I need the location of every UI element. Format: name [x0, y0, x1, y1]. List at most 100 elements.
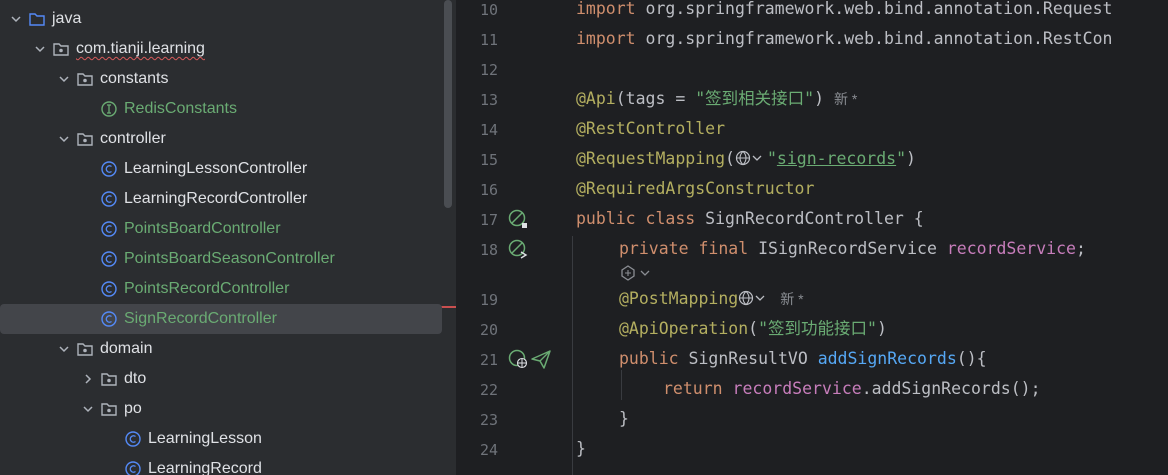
line-number: 12: [479, 61, 498, 79]
tree-scrollbar[interactable]: [444, 0, 452, 208]
field: recordService: [946, 239, 1076, 258]
code-text: ): [906, 149, 916, 168]
code-text: .addSignRecords();: [861, 379, 1041, 398]
keyword: private final: [619, 239, 749, 258]
chevron-down-icon[interactable]: [8, 11, 24, 27]
code-line-17[interactable]: public class SignRecordController {: [576, 204, 924, 234]
chevron-right-icon[interactable]: [80, 371, 96, 387]
code-line-11[interactable]: import org.springframework.web.bind.anno…: [576, 24, 1112, 54]
line-number: 11: [479, 31, 498, 49]
tree-item-sign-record-controller[interactable]: SignRecordController: [0, 304, 442, 334]
chevron-down-icon[interactable]: [32, 41, 48, 57]
bean-icon[interactable]: [507, 348, 529, 370]
tree-item-points-record-controller[interactable]: PointsRecordController: [0, 274, 442, 304]
chevron-down-icon[interactable]: [56, 71, 72, 87]
class-icon: [100, 190, 118, 208]
indent-guide: [621, 370, 622, 400]
line-number: 18: [479, 241, 498, 259]
tree-item-learning-record[interactable]: LearningRecord: [0, 454, 442, 475]
tree-item-points-board-season-controller[interactable]: PointsBoardSeasonController: [0, 244, 442, 274]
folder-icon: [28, 10, 46, 28]
line-number: 21: [479, 351, 498, 369]
class-icon: [100, 160, 118, 178]
annotation: @RequiredArgsConstructor: [576, 179, 815, 198]
code-line-14[interactable]: @RestController: [576, 114, 725, 144]
error-stripe-marker: [441, 306, 456, 308]
line-number: 19: [479, 291, 498, 309]
code-line-23[interactable]: }: [619, 404, 629, 434]
line-number: 16: [479, 181, 498, 199]
fold-guide: [572, 236, 573, 475]
chevron-down-icon[interactable]: [56, 341, 72, 357]
code-text: ): [814, 89, 825, 108]
code-text: }: [576, 439, 586, 458]
tree-item-label: com.tianji.learning: [76, 40, 205, 57]
tree-item-label: LearningLesson: [148, 430, 262, 447]
tree-item-java[interactable]: java: [0, 4, 442, 34]
bean-icon[interactable]: [507, 238, 529, 260]
keyword: public class: [576, 209, 696, 228]
code-line-18[interactable]: private final ISignRecordService recordS…: [619, 234, 1086, 264]
line-number: 20: [479, 321, 498, 339]
package-icon: [100, 370, 118, 388]
bean-icon[interactable]: [507, 208, 529, 230]
code-line-19[interactable]: @PostMapping 新 *: [619, 284, 804, 314]
package-icon: [76, 340, 94, 358]
tree-item-learning-lesson[interactable]: LearningLesson: [0, 424, 442, 454]
tree-item-label: RedisConstants: [124, 100, 237, 117]
tree-item-redis-constants[interactable]: RedisConstants: [0, 94, 442, 124]
tree-item-domain[interactable]: domain: [0, 334, 442, 364]
keyword: public: [619, 349, 679, 368]
code-text: ISignRecordService: [748, 239, 947, 258]
code-line-15[interactable]: @RequestMapping("sign-records"): [576, 144, 916, 174]
tree-item-constants[interactable]: constants: [0, 64, 442, 94]
tree-item-label: controller: [100, 130, 166, 147]
request-path-link[interactable]: sign-records: [777, 149, 896, 168]
string-literal: "签到功能接口": [758, 319, 877, 338]
package-icon: [100, 400, 118, 418]
tree-item-label: constants: [100, 70, 169, 87]
code-line-16[interactable]: @RequiredArgsConstructor: [576, 174, 814, 204]
annotation: @RestController: [576, 119, 726, 138]
line-number: 24: [479, 441, 498, 459]
code-text: (){: [956, 349, 987, 368]
code-line-20[interactable]: @ApiOperation("签到功能接口"): [619, 314, 887, 344]
code-text: (: [748, 319, 759, 338]
web-icon[interactable]: [735, 146, 767, 166]
web-icon[interactable]: [738, 286, 770, 306]
tree-item-label: LearningRecordController: [124, 190, 308, 207]
tree-item-controller[interactable]: controller: [0, 124, 442, 154]
line-number: 23: [479, 411, 498, 429]
code-line-22[interactable]: return recordService.addSignRecords();: [663, 374, 1041, 404]
string-literal: "签到相关接口": [695, 89, 815, 108]
code-line-21[interactable]: public SignResultVO addSignRecords(){: [619, 344, 987, 374]
tree-item-po[interactable]: po: [0, 394, 442, 424]
code-line-10[interactable]: import org.springframework.web.bind.anno…: [576, 0, 1112, 24]
class-icon: [100, 220, 118, 238]
code-line-13[interactable]: @Api(tags = "签到相关接口") 新 *: [576, 84, 857, 114]
tree-item-points-board-controller[interactable]: PointsBoardController: [0, 214, 442, 244]
author-hint[interactable]: 新 *: [834, 91, 857, 107]
tree-item-dto[interactable]: dto: [0, 364, 442, 394]
send-icon[interactable]: [530, 348, 552, 370]
ai-icon[interactable]: [619, 264, 655, 282]
class-icon: [124, 460, 142, 475]
keyword: import: [576, 29, 636, 48]
line-number: 14: [479, 121, 498, 139]
author-hint[interactable]: 新 *: [780, 291, 803, 307]
tree-item-package-root[interactable]: com.tianji.learning: [0, 34, 442, 64]
field: recordService: [732, 379, 862, 398]
line-number: 17: [479, 211, 498, 229]
keyword: return: [663, 379, 723, 398]
tree-item-label: PointsRecordController: [124, 280, 290, 297]
chevron-down-icon[interactable]: [80, 401, 96, 417]
keyword: import: [576, 0, 636, 18]
code-text: org.springframework.web.bind.annotation.…: [635, 0, 1113, 18]
tree-item-learning-lesson-controller[interactable]: LearningLessonController: [0, 154, 442, 184]
chevron-down-icon[interactable]: [56, 131, 72, 147]
code-line-24[interactable]: }: [576, 434, 586, 464]
tree-item-learning-record-controller[interactable]: LearningRecordController: [0, 184, 442, 214]
tree-item-label: PointsBoardController: [124, 220, 281, 237]
tree-item-label: domain: [100, 340, 153, 357]
